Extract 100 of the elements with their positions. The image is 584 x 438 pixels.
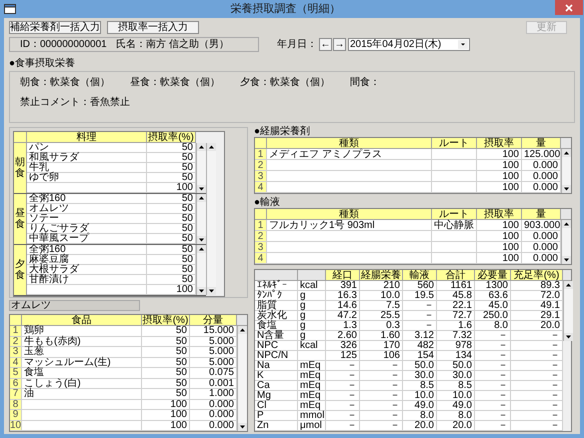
- table-cell[interactable]: 100: [477, 253, 522, 264]
- table-cell[interactable]: 0.000: [522, 182, 561, 193]
- table-cell[interactable]: [27, 183, 147, 193]
- table-cell[interactable]: 50: [147, 234, 196, 244]
- scroll-up-icon[interactable]: [562, 220, 571, 228]
- table-cell[interactable]: [432, 149, 477, 160]
- scroll-down-icon[interactable]: [197, 287, 206, 295]
- table-cell[interactable]: 50: [147, 163, 196, 173]
- table-cell[interactable]: 50: [142, 336, 190, 347]
- table-cell[interactable]: 0.000: [522, 242, 561, 253]
- table-cell[interactable]: 100: [477, 160, 522, 171]
- scroll-up-icon[interactable]: [197, 245, 206, 253]
- table-cell[interactable]: 50: [142, 378, 190, 389]
- next-date-button[interactable]: →: [333, 38, 346, 51]
- table-cell[interactable]: 50: [147, 275, 196, 285]
- table-cell[interactable]: 100: [142, 400, 190, 410]
- table-cell[interactable]: 100: [477, 149, 522, 160]
- table-cell[interactable]: 0.000: [190, 420, 237, 431]
- scrollbar[interactable]: [563, 281, 573, 341]
- table-cell[interactable]: 100: [477, 171, 522, 182]
- table-cell[interactable]: [432, 182, 477, 193]
- scroll-down-icon[interactable]: [562, 256, 571, 264]
- table-cell[interactable]: 全粥160: [27, 194, 147, 204]
- table-cell[interactable]: 50: [147, 245, 196, 255]
- table-cell[interactable]: 50: [147, 265, 196, 275]
- table-cell[interactable]: 0.000: [190, 400, 237, 410]
- table-cell[interactable]: [22, 410, 142, 420]
- table-cell[interactable]: 50: [147, 224, 196, 234]
- table-cell[interactable]: パン: [27, 143, 147, 153]
- table-cell[interactable]: りんごサラダ: [27, 224, 147, 234]
- scroll-down-icon[interactable]: [197, 236, 206, 244]
- scroll-up-icon[interactable]: [197, 194, 206, 202]
- table-cell[interactable]: 50: [147, 204, 196, 214]
- table-cell[interactable]: 100: [147, 183, 196, 193]
- table-cell[interactable]: [432, 253, 477, 264]
- table-cell[interactable]: 100: [477, 220, 522, 231]
- table-cell[interactable]: 鶏卵: [22, 326, 142, 336]
- table-cell[interactable]: マッシュルーム(生): [22, 358, 142, 368]
- table-cell[interactable]: [27, 285, 147, 295]
- table-cell[interactable]: フルカリック1号 903ml: [267, 220, 432, 231]
- table-cell[interactable]: [267, 242, 432, 253]
- scroll-down-icon[interactable]: [197, 185, 206, 193]
- table-cell[interactable]: 5.000: [190, 347, 237, 358]
- scrollbar[interactable]: [206, 143, 216, 295]
- table-cell[interactable]: 0.000: [522, 160, 561, 171]
- scrollbar[interactable]: [196, 194, 206, 244]
- toolbar-button[interactable]: 摂取率一括入力: [107, 20, 199, 34]
- table-cell[interactable]: 0.075: [190, 368, 237, 378]
- table-cell[interactable]: [267, 160, 432, 171]
- table-cell[interactable]: 50: [142, 389, 190, 400]
- scroll-down-icon[interactable]: [562, 185, 571, 193]
- table-cell[interactable]: 100: [142, 410, 190, 420]
- table-cell[interactable]: 50: [147, 153, 196, 163]
- table-cell[interactable]: 903.000: [522, 220, 561, 231]
- table-cell[interactable]: 麻婆豆腐: [27, 255, 147, 265]
- table-cell[interactable]: メディエフ アミノプラス: [267, 149, 432, 160]
- table-cell[interactable]: 100: [142, 420, 190, 431]
- scroll-up-icon[interactable]: [564, 281, 573, 289]
- table-cell[interactable]: 100: [477, 242, 522, 253]
- table-cell[interactable]: 0.000: [190, 410, 237, 420]
- scroll-down-icon[interactable]: [238, 423, 247, 431]
- table-cell[interactable]: 50: [142, 368, 190, 378]
- toolbar-button[interactable]: 補給栄養剤一括入力: [9, 20, 101, 34]
- table-cell[interactable]: 0.000: [522, 253, 561, 264]
- table-cell[interactable]: [267, 182, 432, 193]
- table-cell[interactable]: 50: [142, 326, 190, 336]
- table-cell[interactable]: オムレツ: [27, 204, 147, 214]
- table-cell[interactable]: [22, 420, 142, 431]
- table-cell[interactable]: 50: [147, 143, 196, 153]
- table-cell[interactable]: 50: [142, 358, 190, 368]
- close-button[interactable]: [555, 0, 583, 15]
- table-cell[interactable]: 中華風スープ: [27, 234, 147, 244]
- scroll-up-icon[interactable]: [207, 143, 216, 151]
- table-cell[interactable]: [432, 160, 477, 171]
- scroll-up-icon[interactable]: [238, 326, 247, 334]
- table-cell[interactable]: 大根サラダ: [27, 265, 147, 275]
- scrollbar[interactable]: [561, 220, 571, 264]
- table-cell[interactable]: 0.000: [522, 231, 561, 242]
- scrollbar[interactable]: [196, 245, 206, 295]
- previous-date-button[interactable]: ←: [319, 38, 332, 51]
- scrollbar[interactable]: [196, 143, 206, 193]
- table-cell[interactable]: 125.000: [522, 149, 561, 160]
- table-cell[interactable]: [267, 253, 432, 264]
- table-cell[interactable]: 5.000: [190, 336, 237, 347]
- table-cell[interactable]: [432, 171, 477, 182]
- table-cell[interactable]: 50: [147, 173, 196, 183]
- table-cell[interactable]: こしょう(白): [22, 378, 142, 389]
- table-cell[interactable]: [22, 400, 142, 410]
- table-cell[interactable]: 100: [477, 231, 522, 242]
- table-cell[interactable]: 甘酢漬け: [27, 275, 147, 285]
- table-cell[interactable]: [432, 242, 477, 253]
- table-cell[interactable]: [432, 231, 477, 242]
- table-cell[interactable]: 100: [477, 182, 522, 193]
- table-cell[interactable]: 50: [147, 255, 196, 265]
- table-cell[interactable]: 牛もも(赤肉): [22, 336, 142, 347]
- scrollbar[interactable]: [237, 326, 247, 431]
- table-cell[interactable]: 油: [22, 389, 142, 400]
- date-select[interactable]: 2015年04月02日(木): [348, 38, 470, 51]
- scrollbar[interactable]: [561, 149, 571, 193]
- table-cell[interactable]: 中心静脈: [432, 220, 477, 231]
